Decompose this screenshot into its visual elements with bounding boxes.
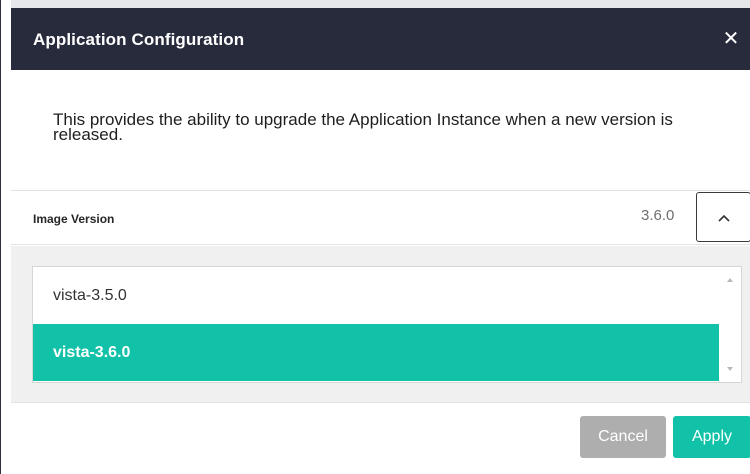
dialog-footer: Cancel Apply <box>11 403 750 474</box>
version-option[interactable]: vista-3.5.0 <box>33 267 719 324</box>
version-option-selected[interactable]: vista-3.6.0 <box>33 324 719 381</box>
image-version-toggle-button[interactable] <box>696 192 750 242</box>
apply-button[interactable]: Apply <box>673 416 750 458</box>
listbox-scrollbar[interactable] <box>719 267 741 382</box>
section-divider <box>11 190 750 191</box>
background-strip <box>11 0 750 8</box>
section-divider <box>11 244 750 245</box>
dialog-header: Application Configuration ✕ <box>11 8 750 70</box>
image-version-label: Image Version <box>33 212 115 226</box>
image-version-row: Image Version 3.6.0 <box>11 192 750 244</box>
scroll-up-icon[interactable] <box>727 278 733 282</box>
image-version-value: 3.6.0 <box>641 207 675 224</box>
dialog-description: This provides the ability to upgrade the… <box>53 110 673 144</box>
dialog-title: Application Configuration <box>33 30 245 49</box>
application-configuration-dialog: Application Configuration ✕ This provide… <box>0 0 750 474</box>
version-options-panel: vista-3.5.0 vista-3.6.0 <box>11 246 750 402</box>
chevron-up-icon <box>718 214 730 222</box>
scroll-down-icon[interactable] <box>727 367 733 371</box>
cancel-button[interactable]: Cancel <box>580 416 666 458</box>
version-listbox[interactable]: vista-3.5.0 vista-3.6.0 <box>32 266 742 383</box>
close-icon[interactable]: ✕ <box>721 29 741 49</box>
